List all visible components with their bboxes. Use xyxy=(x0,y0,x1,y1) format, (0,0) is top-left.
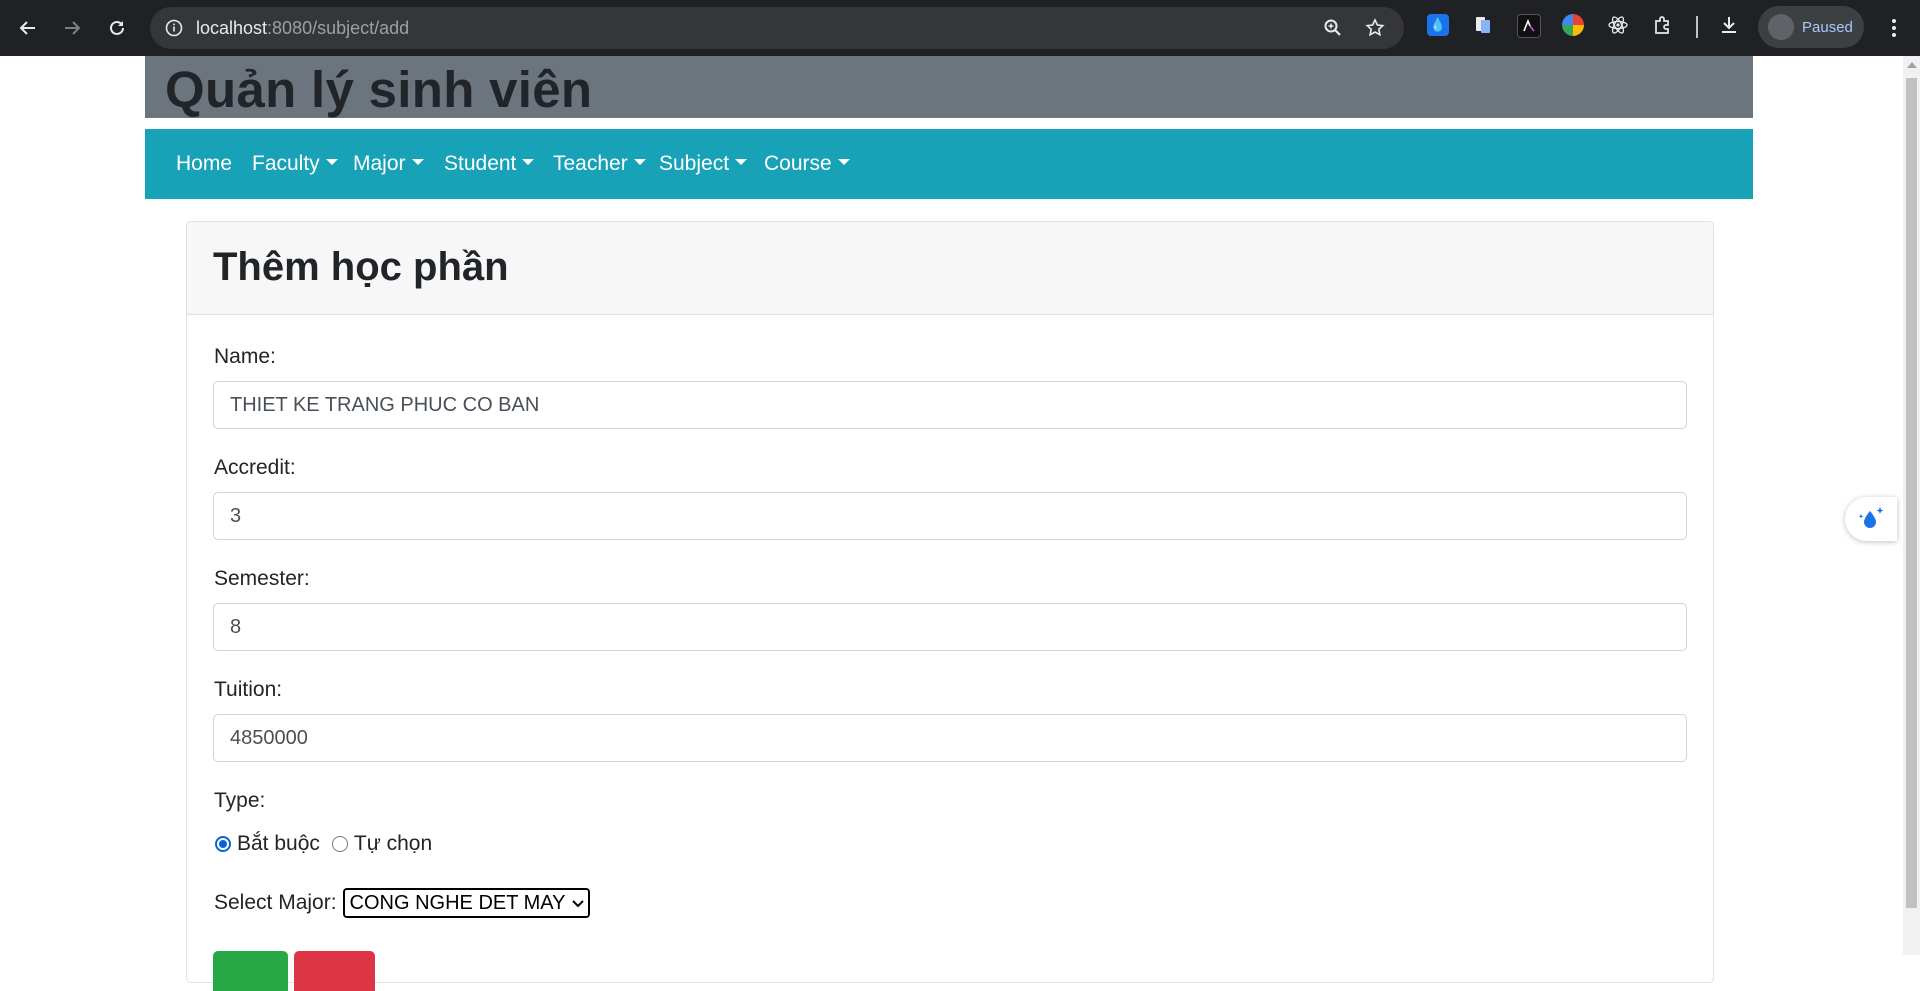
back-arrow-icon[interactable] xyxy=(12,12,44,44)
nav-teacher-label: Teacher xyxy=(553,152,628,175)
caret-down-icon xyxy=(522,159,535,166)
type-label: Type: xyxy=(214,789,266,812)
nav-course-label: Course xyxy=(764,152,832,175)
site-title: Quản lý sinh viên xyxy=(165,61,593,118)
major-label: Select Major: xyxy=(214,891,337,914)
nav-subject-label: Subject xyxy=(659,152,730,175)
browser-toolbar: localhost:8080/subject/add 💧 Paused xyxy=(0,0,1920,56)
profile-label: Paused xyxy=(1802,18,1853,36)
caret-down-icon xyxy=(735,159,748,166)
floating-assistant-button[interactable] xyxy=(1845,497,1897,541)
url-text: localhost:8080/subject/add xyxy=(196,18,409,38)
name-input[interactable] xyxy=(213,381,1687,429)
site-header: Quản lý sinh viên xyxy=(145,56,1753,118)
card-header: Thêm học phần xyxy=(187,222,1713,315)
submit-button[interactable] xyxy=(213,951,288,991)
semester-input[interactable] xyxy=(213,603,1687,651)
extension-color-icon[interactable] xyxy=(1562,14,1584,36)
nav-major-label: Major xyxy=(353,152,406,175)
nav-home[interactable]: Home xyxy=(176,129,232,199)
extension-drop-icon[interactable]: 💧 xyxy=(1427,14,1449,36)
zoom-icon[interactable] xyxy=(1322,17,1344,39)
nav-student[interactable]: Student xyxy=(444,129,535,199)
nav-faculty[interactable]: Faculty xyxy=(252,129,338,199)
accredit-input[interactable] xyxy=(213,492,1687,540)
site-info-icon[interactable] xyxy=(164,18,184,38)
type-radio-group: Bắt buộc Tự chọn xyxy=(213,830,432,858)
extension-doc-icon[interactable] xyxy=(1472,14,1494,36)
nav-faculty-label: Faculty xyxy=(252,152,320,175)
react-devtools-icon[interactable] xyxy=(1607,14,1629,36)
main-navbar: Home Faculty Major Student Teacher Subje… xyxy=(145,129,1753,199)
extension-ai-icon[interactable] xyxy=(1517,14,1541,38)
chevron-down-icon xyxy=(571,895,584,911)
page-scrollbar[interactable] xyxy=(1903,56,1920,955)
scroll-up-arrow-icon[interactable] xyxy=(1907,62,1917,68)
add-subject-card: Thêm học phần Name: Accredit: Semester: … xyxy=(186,221,1714,991)
forward-arrow-icon[interactable] xyxy=(56,12,88,44)
radio-required-label: Bắt buộc xyxy=(237,832,320,855)
bookmark-star-icon[interactable] xyxy=(1364,17,1386,39)
menu-dots-icon[interactable] xyxy=(1880,12,1908,44)
form-title: Thêm học phần xyxy=(213,245,509,289)
cancel-button[interactable] xyxy=(294,951,375,991)
avatar xyxy=(1768,14,1794,40)
nav-student-label: Student xyxy=(444,152,517,175)
semester-label: Semester: xyxy=(214,567,310,590)
name-label: Name: xyxy=(214,345,276,368)
nav-home-label: Home xyxy=(176,152,233,175)
scrollbar-thumb[interactable] xyxy=(1906,78,1917,908)
nav-major[interactable]: Major xyxy=(353,129,424,199)
url-path: :8080/subject/add xyxy=(267,18,410,38)
radio-required[interactable] xyxy=(215,836,231,852)
major-select[interactable]: CONG NGHE DET MAY xyxy=(342,888,590,918)
nav-teacher[interactable]: Teacher xyxy=(553,129,646,199)
profile-button[interactable]: Paused xyxy=(1758,6,1864,48)
download-icon[interactable] xyxy=(1718,14,1740,36)
accredit-label: Accredit: xyxy=(214,456,296,479)
caret-down-icon xyxy=(325,159,338,166)
caret-down-icon xyxy=(633,159,646,166)
address-bar[interactable]: localhost:8080/subject/add xyxy=(150,7,1404,49)
caret-down-icon xyxy=(837,159,850,166)
radio-elective[interactable] xyxy=(331,836,348,852)
radio-elective-label: Tự chọn xyxy=(353,832,433,855)
url-host: localhost xyxy=(196,18,268,38)
tuition-label: Tuition: xyxy=(214,678,283,701)
caret-down-icon xyxy=(411,159,424,166)
nav-subject[interactable]: Subject xyxy=(659,129,748,199)
sparkle-drop-icon xyxy=(1858,507,1884,528)
nav-course[interactable]: Course xyxy=(764,129,850,199)
major-selected-value: CONG NGHE DET MAY xyxy=(349,891,566,914)
extensions-icon[interactable] xyxy=(1652,14,1674,36)
major-select-row: Select Major: CONG NGHE DET MAY xyxy=(214,888,590,918)
reload-icon[interactable] xyxy=(101,12,133,44)
toolbar-separator xyxy=(1696,16,1698,38)
tuition-input[interactable] xyxy=(213,714,1687,762)
